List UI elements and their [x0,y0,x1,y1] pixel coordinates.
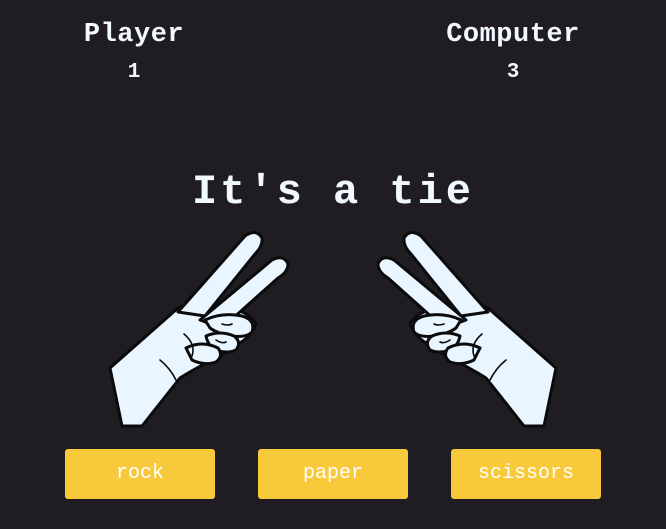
player-score-panel: Player 1 [34,18,234,86]
rock-button[interactable]: rock [65,449,215,499]
computer-label: Computer [446,20,580,50]
scissors-button[interactable]: scissors [451,449,601,499]
computer-score: 3 [506,61,520,84]
player-scissors-hand-icon [100,228,296,428]
player-label: Player [83,20,185,50]
player-score: 1 [127,61,141,84]
paper-button[interactable]: paper [258,449,408,499]
computer-score-panel: Computer 3 [413,18,613,86]
result-message: It's a tie [191,168,475,216]
computer-scissors-hand-icon [370,228,566,428]
